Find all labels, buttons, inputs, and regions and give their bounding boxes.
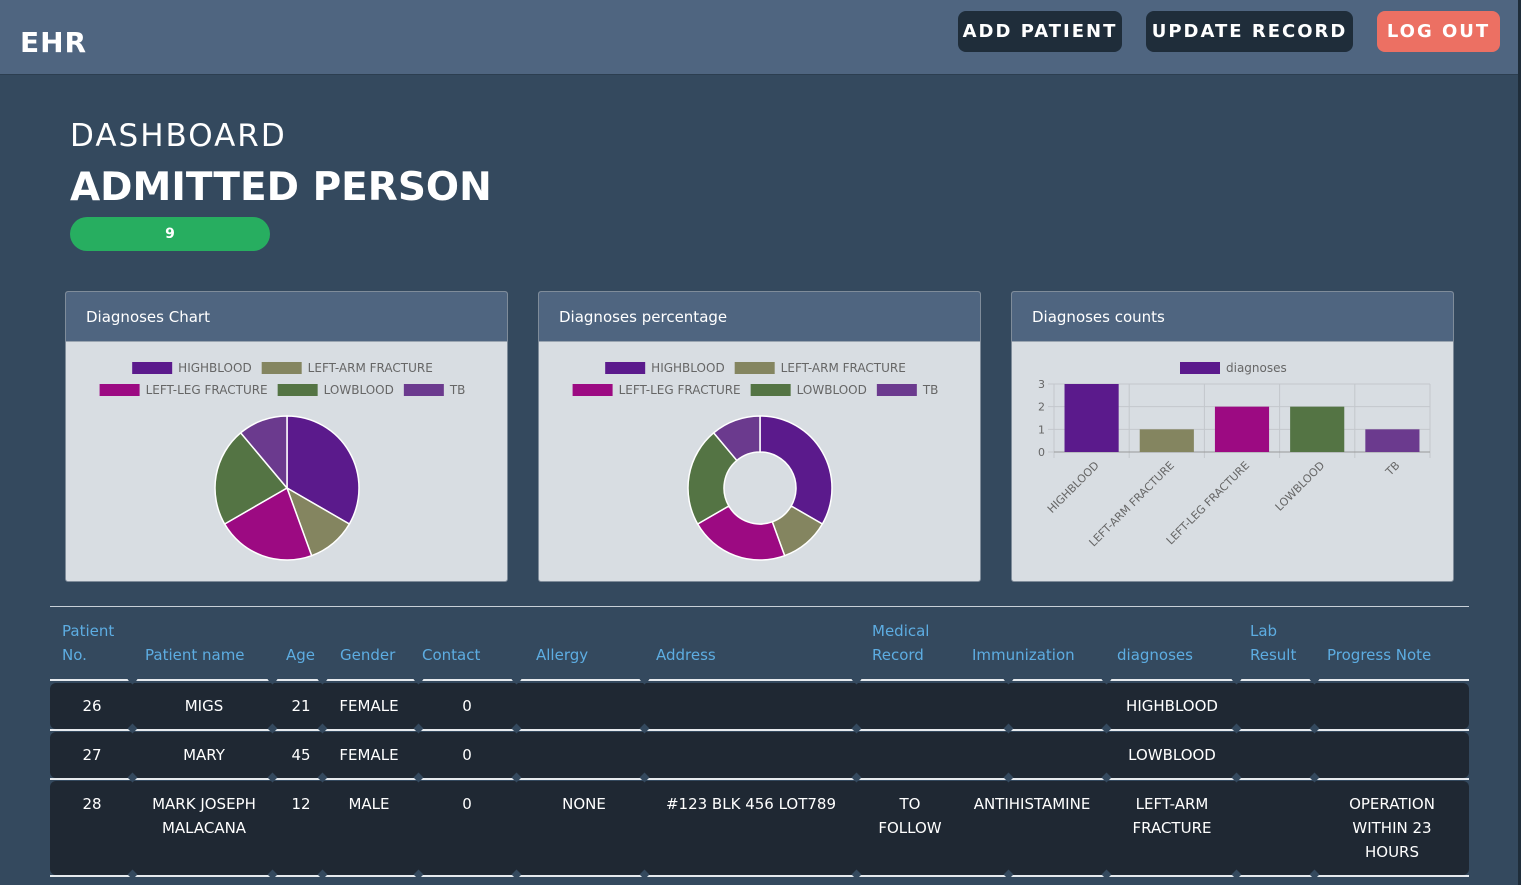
diagnoses-pie-chart: HIGHBLOOD LEFT-ARM FRACTURE LEFT-LEG FRACT… xyxy=(99,361,466,561)
col-immunization[interactable]: Immunization xyxy=(972,643,1075,667)
cell-diagnoses: LEFT-ARM FRACTURE xyxy=(1132,795,1212,837)
y-tick-label: 2 xyxy=(1038,401,1045,414)
cell-address: #123 BLK 456 LOT789 xyxy=(665,795,837,813)
cell-patient-no: 27 xyxy=(82,746,102,764)
row-divider xyxy=(50,778,1469,780)
top-navbar: EHR ADD PATIENT UPDATE RECORD LOG OUT xyxy=(0,0,1521,75)
cell-gender: MALE xyxy=(348,795,390,813)
cell-patient-name: MARK JOSEPH MALACANA xyxy=(152,795,256,837)
cell-allergy: NONE xyxy=(562,795,606,813)
legend-swatch[interactable] xyxy=(605,362,646,374)
col-progress-note[interactable]: Progress Note xyxy=(1327,643,1431,667)
patients-table: Patient No. Patient name Age Gender Cont… xyxy=(50,606,1469,880)
col-patient-name[interactable]: Patient name xyxy=(145,643,245,667)
cell-gender: FEMALE xyxy=(339,746,399,764)
legend-swatch[interactable] xyxy=(403,384,444,396)
page-title: DASHBOARD xyxy=(70,118,287,154)
y-tick-label: 1 xyxy=(1038,423,1045,436)
diagnoses-percentage-card: Diagnoses percentage HIGHBLOOD LEFT-ARM F… xyxy=(538,291,981,582)
legend-label[interactable]: diagnoses xyxy=(1226,361,1287,375)
log-out-button[interactable]: LOG OUT xyxy=(1377,11,1500,52)
admitted-person-heading: ADMITTED PERSON xyxy=(70,165,492,210)
table-row[interactable]: 26 MIGS 21 FEMALE 0 HIGHBLOOD xyxy=(50,683,1469,729)
legend-label[interactable]: TB xyxy=(922,383,939,397)
slice-highblood[interactable] xyxy=(759,415,833,526)
legend-swatch[interactable] xyxy=(1180,362,1220,374)
cell-gender: FEMALE xyxy=(339,697,399,715)
legend-swatch[interactable] xyxy=(750,384,791,396)
legend-swatch[interactable] xyxy=(876,384,917,396)
legend-label[interactable]: HIGHBLOOD xyxy=(651,361,725,375)
x-tick-label: TB xyxy=(1383,459,1403,479)
cell-diagnoses: HIGHBLOOD xyxy=(1126,697,1218,715)
col-age[interactable]: Age xyxy=(286,643,315,667)
cell-patient-no: 28 xyxy=(82,795,102,813)
col-gender[interactable]: Gender xyxy=(340,643,395,667)
legend-swatch[interactable] xyxy=(572,384,613,396)
bar-tb[interactable] xyxy=(1365,429,1420,452)
col-allergy[interactable]: Allergy xyxy=(536,643,588,667)
legend-swatch[interactable] xyxy=(99,384,140,396)
cell-contact: 0 xyxy=(462,746,472,764)
add-patient-button[interactable]: ADD PATIENT xyxy=(958,11,1122,52)
x-tick-label: LEFT-LEG FRACTURE xyxy=(1164,459,1252,547)
cell-contact: 0 xyxy=(462,697,472,715)
cell-age: 12 xyxy=(291,795,311,813)
card-title: Diagnoses counts xyxy=(1012,292,1453,342)
col-address[interactable]: Address xyxy=(656,643,716,667)
cell-diagnoses: LOWBLOOD xyxy=(1128,746,1216,764)
col-patient-no[interactable]: Patient No. xyxy=(62,619,114,667)
col-medical-record[interactable]: Medical Record xyxy=(872,619,929,667)
diagnoses-counts-card: Diagnoses counts diagnoses 0 1 2 3 HIGHBLOOD L… xyxy=(1011,291,1454,582)
col-contact[interactable]: Contact xyxy=(422,643,480,667)
y-tick-label: 0 xyxy=(1038,446,1045,459)
admitted-count-badge: 9 xyxy=(70,217,270,251)
legend-label[interactable]: LEFT-ARM FRACTURE xyxy=(308,361,433,375)
legend-swatch[interactable] xyxy=(277,384,318,396)
bar-highblood[interactable] xyxy=(1064,384,1119,452)
legend-label[interactable]: TB xyxy=(449,383,466,397)
table-row[interactable]: 28 MARK JOSEPH MALACANA 12 MALE 0 NONE #… xyxy=(50,781,1469,875)
update-record-button[interactable]: UPDATE RECORD xyxy=(1146,11,1353,52)
brand-logo[interactable]: EHR xyxy=(20,26,87,59)
y-tick-label: 3 xyxy=(1038,378,1045,391)
card-title: Diagnoses Chart xyxy=(66,292,507,342)
row-divider xyxy=(50,875,1469,877)
cell-medical-record: TO FOLLOW xyxy=(878,795,942,837)
legend-label[interactable]: LEFT-ARM FRACTURE xyxy=(781,361,906,375)
x-tick-label: LEFT-ARM FRACTURE xyxy=(1087,459,1177,549)
col-lab-result[interactable]: Lab Result xyxy=(1250,619,1296,667)
cell-age: 21 xyxy=(291,697,311,715)
diagnoses-bar-chart: diagnoses0123HIGHBLOODLEFT-ARM FRACTUREL… xyxy=(1038,361,1431,549)
legend-label[interactable]: LEFT-LEG FRACTURE xyxy=(619,383,741,397)
cell-progress-note: OPERATION WITHIN 23 HOURS xyxy=(1349,795,1435,861)
x-tick-label: LOWBLOOD xyxy=(1273,459,1328,514)
legend-label[interactable]: HIGHBLOOD xyxy=(178,361,252,375)
cell-patient-name: MIGS xyxy=(184,697,224,715)
table-row[interactable]: 27 MARY 45 FEMALE 0 LOWBLOOD xyxy=(50,732,1469,778)
cell-patient-name: MARY xyxy=(183,746,225,764)
legend-label[interactable]: LOWBLOOD xyxy=(797,383,867,397)
legend-swatch[interactable] xyxy=(261,362,302,374)
cell-patient-no: 26 xyxy=(82,697,102,715)
legend-label[interactable]: LOWBLOOD xyxy=(324,383,394,397)
diagnoses-doughnut-chart: HIGHBLOOD LEFT-ARM FRACTURE LEFT-LEG FRACT… xyxy=(572,361,939,561)
legend-label[interactable]: LEFT-LEG FRACTURE xyxy=(146,383,268,397)
col-diagnoses[interactable]: diagnoses xyxy=(1117,643,1193,667)
cell-immunization: ANTIHISTAMINE xyxy=(973,795,1091,813)
cell-age: 45 xyxy=(291,746,311,764)
cell-contact: 0 xyxy=(462,795,472,813)
diagnoses-chart-card: Diagnoses Chart HIGHBLOOD LEFT-ARM FRACTU… xyxy=(65,291,508,582)
bar-left-arm-fracture[interactable] xyxy=(1139,429,1194,452)
legend-swatch[interactable] xyxy=(132,362,173,374)
legend-swatch[interactable] xyxy=(734,362,775,374)
x-tick-label: HIGHBLOOD xyxy=(1045,459,1102,516)
bar-lowblood[interactable] xyxy=(1290,406,1345,452)
row-divider xyxy=(50,729,1469,731)
card-title: Diagnoses percentage xyxy=(539,292,980,342)
table-header: Patient No. Patient name Age Gender Cont… xyxy=(50,606,1469,681)
bar-left-leg-fracture[interactable] xyxy=(1214,406,1270,452)
